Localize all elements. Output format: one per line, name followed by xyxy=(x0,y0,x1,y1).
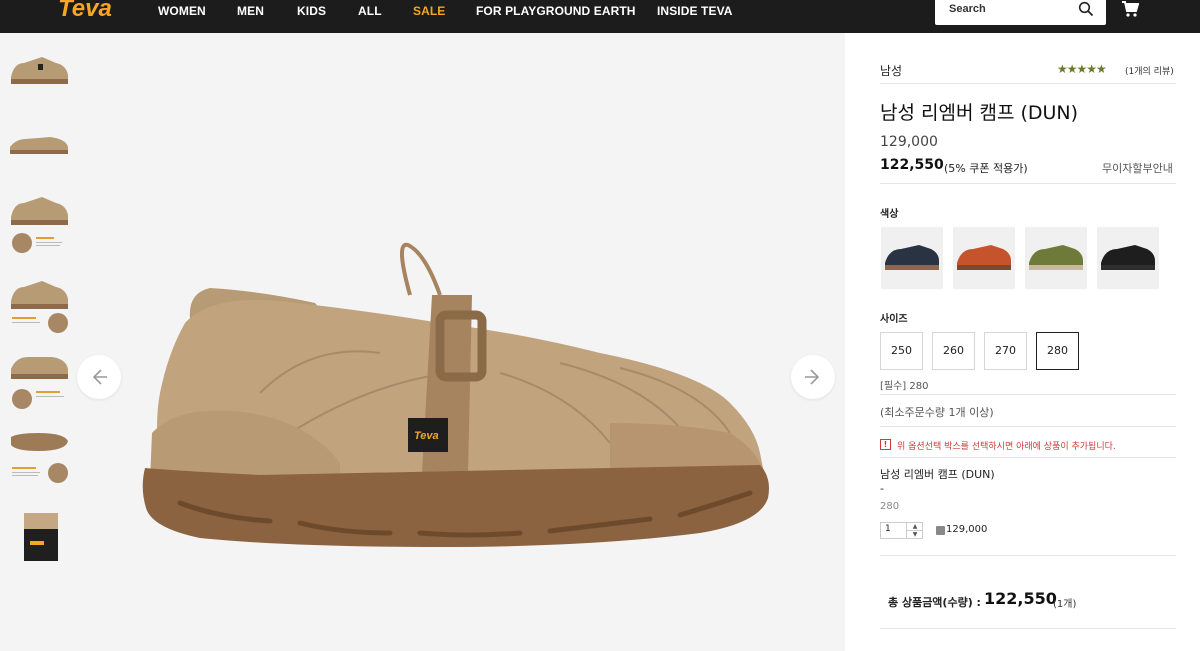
nav-men[interactable]: MEN xyxy=(237,3,264,19)
total-count: (1개) xyxy=(1053,599,1077,610)
main-product-image: Teva xyxy=(142,242,769,547)
price-icon xyxy=(936,526,945,535)
teva-logo[interactable]: Teva xyxy=(56,0,128,24)
divider xyxy=(880,183,1176,184)
divider xyxy=(880,394,1176,395)
size-option-250[interactable]: 250 xyxy=(880,332,923,370)
size-option-270[interactable]: 270 xyxy=(984,332,1027,370)
nav-sale[interactable]: SALE xyxy=(413,3,445,19)
quantity-up-icon[interactable]: ▲ xyxy=(906,523,923,531)
installment-link[interactable]: 무이자할부안내 xyxy=(1102,160,1173,176)
thumbnail-4[interactable] xyxy=(8,277,70,339)
color-label: 색상 xyxy=(880,209,899,220)
thumbnail-7[interactable] xyxy=(8,509,70,565)
color-swatch-black[interactable] xyxy=(1097,227,1159,289)
arrow-left-icon xyxy=(92,369,107,385)
color-swatch-olive[interactable] xyxy=(1025,227,1087,289)
divider xyxy=(880,457,1176,458)
thumbnail-3[interactable] xyxy=(8,193,70,255)
coupon-note: (5% 쿠폰 적용가) xyxy=(944,162,1028,175)
selected-item-size: 280 xyxy=(880,501,900,512)
nav-inside-teva[interactable]: INSIDE TEVA xyxy=(657,3,733,19)
total-value: 122,550 xyxy=(984,589,1057,608)
color-swatch-orange[interactable] xyxy=(953,227,1015,289)
product-gallery: Teva xyxy=(0,33,845,651)
divider xyxy=(880,628,1176,629)
option-warning: 위 옵션선택 박스를 선택하시면 아래에 상품이 추가됩니다. xyxy=(897,442,1116,452)
search-icon[interactable] xyxy=(1078,1,1094,17)
nav-women[interactable]: WOMEN xyxy=(158,3,206,19)
quantity-value[interactable]: 1 xyxy=(885,524,891,534)
selected-item-option: - xyxy=(880,482,884,495)
color-swatch-navy[interactable] xyxy=(881,227,943,289)
nav-kids[interactable]: KIDS xyxy=(297,3,326,19)
thumbnail-1[interactable] xyxy=(8,49,70,89)
thumbnail-5[interactable] xyxy=(8,351,70,413)
nav-all[interactable]: ALL xyxy=(358,3,382,19)
rating-stars: ★★★★★ xyxy=(1057,62,1107,76)
price-original: 129,000 xyxy=(880,134,938,150)
svg-text:Teva: Teva xyxy=(414,430,439,442)
selected-item-price: 129,000 xyxy=(946,524,988,535)
thumbnail-6[interactable] xyxy=(8,429,70,491)
review-count[interactable]: (1개의 리뷰) xyxy=(1125,64,1174,77)
top-navigation-bar: Teva WOMEN MEN KIDS ALL SALE FOR PLAYGRO… xyxy=(0,0,1200,33)
thumbnail-2[interactable] xyxy=(8,119,70,159)
required-option-note: [필수] 280 xyxy=(880,381,929,392)
cart-icon[interactable] xyxy=(1121,0,1139,18)
svg-text:Teva: Teva xyxy=(58,0,112,22)
search-placeholder[interactable]: Search xyxy=(949,3,986,15)
quantity-stepper[interactable]: 1 ▲ ▼ xyxy=(880,522,923,539)
gallery-prev-button[interactable] xyxy=(77,355,121,399)
warning-icon: ! xyxy=(880,439,891,450)
size-label: 사이즈 xyxy=(880,314,908,325)
gallery-next-button[interactable] xyxy=(791,355,835,399)
price-sale: 122,550 xyxy=(880,157,944,173)
product-title: 남성 리엠버 캠프 (DUN) xyxy=(880,102,1079,124)
total-label: 총 상품금액(수량) : xyxy=(888,596,981,609)
nav-playground-earth[interactable]: FOR PLAYGROUND EARTH xyxy=(476,3,636,19)
product-category[interactable]: 남성 xyxy=(880,62,902,79)
divider xyxy=(880,426,1176,427)
size-option-280[interactable]: 280 xyxy=(1036,332,1079,370)
quantity-down-icon[interactable]: ▼ xyxy=(906,531,923,539)
arrow-right-icon xyxy=(805,369,820,385)
divider xyxy=(880,555,1176,556)
selected-item-name: 남성 리엠버 캠프 (DUN) xyxy=(880,468,995,481)
search-box[interactable]: Search xyxy=(935,0,1106,25)
size-option-260[interactable]: 260 xyxy=(932,332,975,370)
min-order-note: (최소주문수량 1개 이상) xyxy=(880,406,994,419)
category-rating-row: 남성 ★★★★★ (1개의 리뷰) xyxy=(880,60,1176,84)
